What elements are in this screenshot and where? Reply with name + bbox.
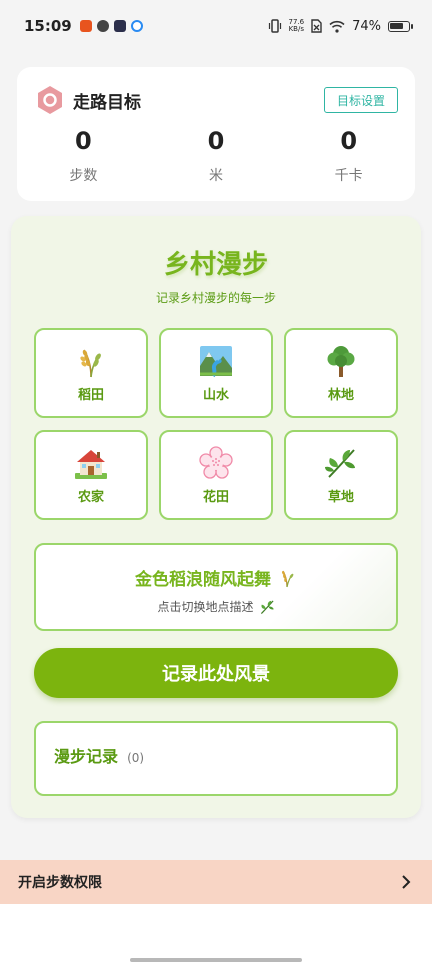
walk-title: 乡村漫步 [163,250,268,280]
place-description-box[interactable]: 金色稻浪随风起舞 点击切换地点描述 [34,543,398,631]
herb-icon [325,448,355,478]
status-bar: 15:09 77.6 KB/s 74% [0,0,432,52]
step-permission-bar[interactable]: 开启步数权限 [0,860,432,904]
stat-value: 0 [74,127,92,155]
rice-icon [80,349,101,377]
home-indicator[interactable] [130,958,302,962]
goal-settings-button[interactable]: 目标设置 [324,87,398,113]
goal-header: 走路目标 [35,85,141,115]
goal-title: 走路目标 [73,92,141,113]
status-right: 77.6 KB/s 74% [268,18,413,34]
stat-value: 0 [340,127,358,155]
goal-stats: 0 步数 0 米 0 千卡 [17,127,415,185]
stat-label: 步数 [69,168,98,184]
bottom-area [0,904,432,964]
stat-value: 0 [207,127,225,155]
place-button-rice-field[interactable]: 稻田 [34,328,148,418]
place-description-hint: 点击切换地点描述 [36,598,396,615]
battery-icon [388,20,413,32]
place-button-grassland[interactable]: 草地 [284,430,398,520]
net-speed: 77.6 KB/s [289,19,305,33]
place-grid: 稻田 山水 林地 农家 花田 草地 [34,328,398,520]
place-label: 山水 [202,387,229,403]
rural-walk-card: 乡村漫步 记录乡村漫步的每一步 稻田 山水 林地 农家 花田 草地 金色稻浪随风… [11,216,421,818]
app-notification-icon [79,20,92,32]
place-label: 林地 [327,387,354,403]
house-icon [75,449,107,479]
goal-card: 走路目标 目标设置 0 步数 0 米 0 千卡 [17,67,415,201]
place-description: 金色稻浪随风起舞 [36,565,396,590]
place-button-flower-field[interactable]: 花田 [159,430,273,520]
battery-percent: 74% [352,18,381,34]
app-notification-icon [113,20,126,32]
place-label: 农家 [77,489,104,505]
record-scenery-button[interactable]: 记录此处风景 [34,648,398,698]
step-permission-label: 开启步数权限 [18,875,102,891]
tree-icon [327,345,355,377]
place-button-landscape[interactable]: 山水 [159,328,273,418]
net-speed-unit: KB/s [288,25,304,33]
walk-record-panel: 漫步记录 (0) [34,721,398,796]
place-button-farmhouse[interactable]: 农家 [34,430,148,520]
notification-icons [79,20,143,32]
stat-label: 千卡 [334,168,363,184]
app-notification-icon [130,20,143,32]
herb-icon [260,599,274,614]
rice-icon [282,570,294,587]
description-hint-text: 点击切换地点描述 [157,600,254,614]
hexagon-goal-icon [38,86,62,114]
wifi-icon [329,20,345,33]
no-sim-icon [311,19,322,33]
place-button-woodland[interactable]: 林地 [284,328,398,418]
place-label: 花田 [202,489,229,505]
status-time: 15:09 [24,17,72,35]
walk-subtitle: 记录乡村漫步的每一步 [155,291,276,305]
walk-record-title: 漫步记录 [54,747,119,766]
stat-meters: 0 米 [150,127,283,185]
flower-icon [199,445,233,479]
walk-record-count: (0) [127,751,145,765]
chevron-right-icon [402,875,411,889]
place-label: 草地 [327,489,354,505]
app-notification-icon [96,20,109,32]
vibrate-icon [268,19,281,33]
stat-steps: 0 步数 [17,127,150,185]
place-description-text: 金色稻浪随风起舞 [135,570,271,590]
place-label: 稻田 [77,387,104,403]
landscape-icon [200,345,232,377]
stat-label: 米 [209,168,223,184]
stat-calories: 0 千卡 [282,127,415,185]
